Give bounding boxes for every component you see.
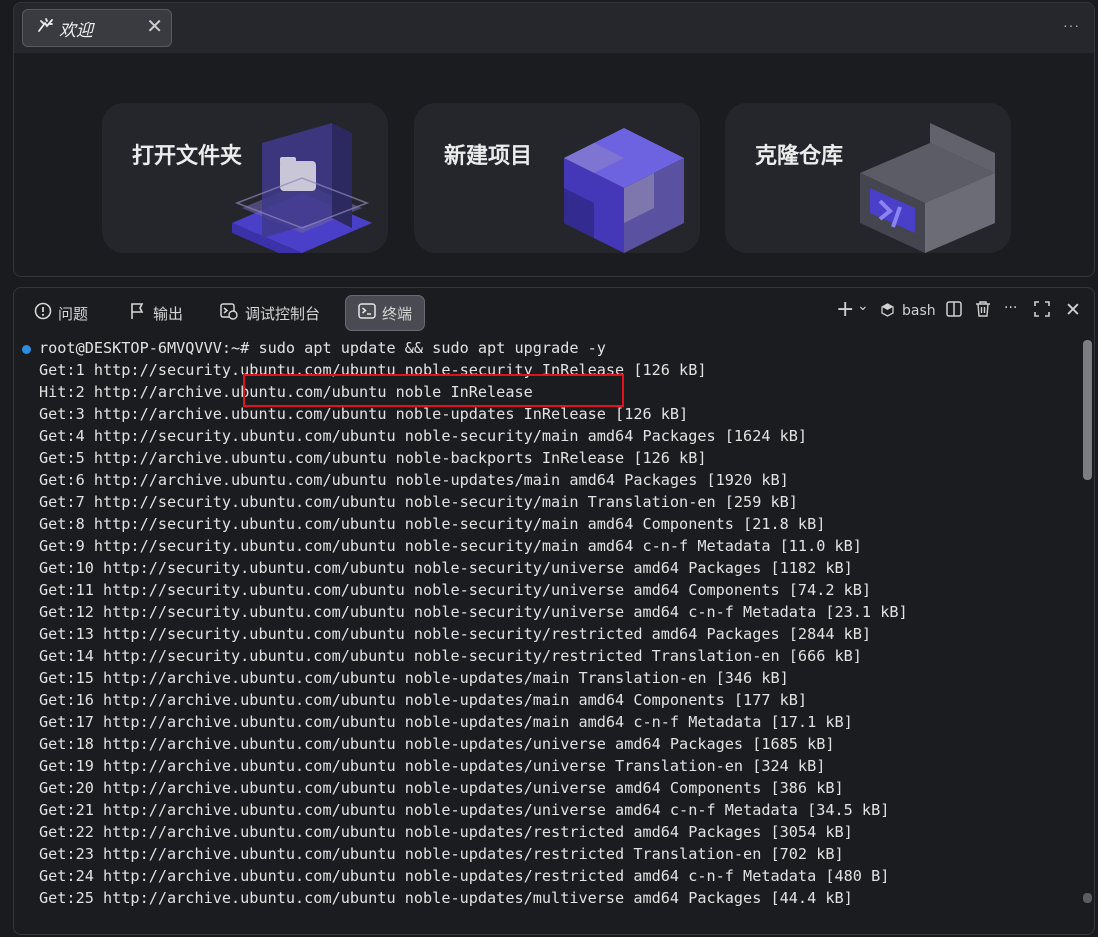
prompt-status-icon	[22, 345, 31, 354]
new-project-card[interactable]: 新建项目	[414, 103, 700, 253]
terminal-line: Get:7 http://security.ubuntu.com/ubuntu …	[39, 493, 798, 511]
terminal-line: Get:13 http://security.ubuntu.com/ubuntu…	[39, 625, 872, 643]
tab-problems-label: 问题	[58, 304, 89, 323]
terminal-line: Get:15 http://archive.ubuntu.com/ubuntu …	[39, 669, 789, 687]
tab-terminal-label: 终端	[382, 304, 413, 323]
shell-selector[interactable]: bash	[902, 303, 936, 319]
folder-3d-icon	[232, 123, 372, 253]
terminal-line: Get:25 http://archive.ubuntu.com/ubuntu …	[39, 889, 853, 907]
new-project-label: 新建项目	[444, 144, 533, 169]
terminal-line: Get:18 http://archive.ubuntu.com/ubuntu …	[39, 735, 835, 753]
open-folder-card[interactable]: 打开文件夹	[102, 103, 388, 253]
terminal-line: Get:6 http://archive.ubuntu.com/ubuntu n…	[39, 471, 789, 489]
terminal-line: Get:20 http://archive.ubuntu.com/ubuntu …	[39, 779, 844, 797]
chevron-down-icon[interactable]: ⌄	[857, 298, 869, 314]
more-actions-icon[interactable]: ···	[1004, 300, 1017, 316]
tab-output[interactable]: 输出	[129, 295, 183, 331]
editor-tabbar: 欢迎 ✕ ···	[14, 3, 1094, 53]
terminal-output[interactable]: root@DESKTOP-6MVQVVV:~# sudo apt update …	[14, 332, 1080, 934]
clone-repo-card[interactable]: 克隆仓库	[725, 103, 1011, 253]
terminal-scrollbar-end	[1083, 893, 1092, 903]
tab-welcome-label: 欢迎	[59, 20, 93, 40]
panel-tabbar: 问题 输出 调试控制台 终端 + ⌄ bash ··· ✕	[14, 288, 1094, 332]
tab-welcome[interactable]: 欢迎 ✕	[22, 9, 172, 47]
repository-3d-icon	[860, 123, 995, 253]
output-icon	[129, 302, 147, 324]
tab-debug-console[interactable]: 调试控制台	[219, 295, 320, 331]
debug-console-icon	[219, 302, 239, 324]
welcome-panel: 欢迎 ✕ ··· 打开文件夹 新建项目 克隆仓库	[13, 2, 1095, 277]
terminal-line: Get:21 http://archive.ubuntu.com/ubuntu …	[39, 801, 890, 819]
terminal-panel: 问题 输出 调试控制台 终端 + ⌄ bash ··· ✕ root@DESKT…	[13, 287, 1095, 935]
maximize-panel-icon[interactable]	[1033, 300, 1051, 322]
terminal-line: Get:4 http://security.ubuntu.com/ubuntu …	[39, 427, 808, 445]
more-actions-icon[interactable]: ···	[1063, 17, 1080, 33]
cube-3d-icon	[564, 128, 684, 253]
terminal-line: Get:12 http://security.ubuntu.com/ubuntu…	[39, 603, 908, 621]
terminal-command: sudo apt update && sudo apt upgrade -y	[258, 339, 606, 357]
terminal-line: Get:17 http://archive.ubuntu.com/ubuntu …	[39, 713, 853, 731]
tab-problems[interactable]: 问题	[34, 295, 88, 331]
close-panel-icon[interactable]: ✕	[1065, 299, 1081, 321]
terminal-line: Get:23 http://archive.ubuntu.com/ubuntu …	[39, 845, 844, 863]
tab-debug-console-label: 调试控制台	[245, 304, 321, 323]
terminal-line: Get:16 http://archive.ubuntu.com/ubuntu …	[39, 691, 808, 709]
terminal-line: Get:10 http://security.ubuntu.com/ubuntu…	[39, 559, 853, 577]
terminal-line: Get:19 http://archive.ubuntu.com/ubuntu …	[39, 757, 826, 775]
welcome-icon	[37, 17, 59, 40]
terminal-line: Get:22 http://archive.ubuntu.com/ubuntu …	[39, 823, 853, 841]
tab-output-label: 输出	[153, 304, 184, 323]
command-highlight-box	[243, 374, 624, 407]
problems-icon	[34, 302, 52, 324]
terminal-scrollbar[interactable]	[1083, 340, 1092, 480]
trash-icon[interactable]	[974, 300, 992, 322]
terminal-prompt: root@DESKTOP-6MVQVVV:~#	[39, 339, 259, 357]
terminal-line: Get:8 http://security.ubuntu.com/ubuntu …	[39, 515, 826, 533]
split-terminal-icon[interactable]	[945, 300, 963, 322]
terminal-line: Get:24 http://archive.ubuntu.com/ubuntu …	[39, 867, 890, 885]
clone-repo-label: 克隆仓库	[755, 144, 844, 169]
terminal-line: Get:14 http://security.ubuntu.com/ubuntu…	[39, 647, 862, 665]
terminal-line: Get:5 http://archive.ubuntu.com/ubuntu n…	[39, 449, 707, 467]
terminal-command-line: root@DESKTOP-6MVQVVV:~# sudo apt update …	[39, 337, 1080, 359]
terminal-lines: Get:1 http://security.ubuntu.com/ubuntu …	[39, 359, 1080, 909]
terminal-line: Get:11 http://security.ubuntu.com/ubuntu…	[39, 581, 872, 599]
bash-icon	[881, 302, 894, 321]
terminal-icon	[358, 303, 376, 323]
new-terminal-icon[interactable]: +	[836, 297, 854, 322]
terminal-line: Get:9 http://security.ubuntu.com/ubuntu …	[39, 537, 862, 555]
close-icon[interactable]: ✕	[146, 17, 163, 37]
tab-terminal[interactable]: 终端	[345, 295, 426, 331]
